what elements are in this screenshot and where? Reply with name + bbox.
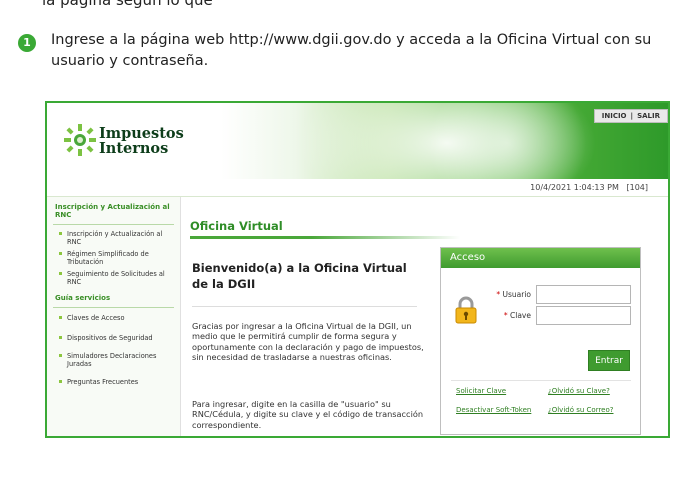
- header-banner: Impuestos Internos INICIO | SALIR: [47, 103, 668, 179]
- logo-line-2: Internos: [99, 140, 169, 157]
- clave-input[interactable]: [536, 306, 631, 325]
- usuario-label: * Usuario: [491, 290, 531, 299]
- sidebar-item-seguimiento[interactable]: Seguimiento de Solicitudes al RNC: [47, 268, 180, 288]
- current-datetime: 10/4/2021 1:04:13 PM: [530, 183, 619, 192]
- required-mark: *: [503, 311, 508, 320]
- dgii-screenshot-frame: Impuestos Internos INICIO | SALIR 10/4/202…: [45, 101, 670, 438]
- title-underline: [190, 236, 460, 239]
- logo-line-1: Impuestos: [99, 125, 184, 142]
- date-time-bar: 10/4/2021 1:04:13 PM [104]: [47, 179, 668, 197]
- sidebar-item-preguntas[interactable]: Preguntas Frecuentes: [47, 376, 180, 388]
- page-title: Oficina Virtual: [190, 219, 283, 233]
- usuario-input[interactable]: [536, 285, 631, 304]
- entrar-button[interactable]: Entrar: [588, 350, 630, 371]
- bullet-icon: [59, 380, 62, 383]
- access-panel-title: Acceso: [441, 248, 640, 268]
- sidebar-item-claves[interactable]: Claves de Acceso: [47, 312, 180, 324]
- clave-label-text: Clave: [510, 311, 531, 320]
- access-panel: Acceso * Usuario * Clave Entrar Solicita…: [440, 247, 641, 435]
- inicio-link[interactable]: INICIO: [600, 112, 629, 120]
- usuario-label-text: Usuario: [502, 290, 531, 299]
- left-sidebar: Inscripción y Actualización al RNC Inscr…: [47, 197, 181, 436]
- step-instruction-text: Ingrese a la página web http://www.dgii.…: [51, 32, 652, 69]
- sidebar-item-label: Dispositivos de Seguridad: [67, 334, 153, 342]
- instruction-step: 1 Ingrese a la página web http://www.dgi…: [18, 30, 678, 72]
- sidebar-item-label: Claves de Acceso: [67, 314, 125, 322]
- olvido-correo-link[interactable]: ¿Olvidó su Correo?: [548, 406, 613, 414]
- required-mark: *: [496, 290, 501, 299]
- desactivar-soft-token-link[interactable]: Desactivar Soft-Token: [456, 406, 531, 414]
- bullet-icon: [59, 232, 62, 235]
- sidebar-item-label: Régimen Simplificado de Tributación: [67, 250, 149, 266]
- sidebar-item-dispositivos[interactable]: Dispositivos de Seguridad: [47, 332, 180, 344]
- padlock-icon: [455, 296, 477, 324]
- bullet-icon: [59, 252, 62, 255]
- sidebar-item-inscripcion[interactable]: Inscripción y Actualización al RNC: [47, 228, 180, 248]
- logo-text: Impuestos Internos: [99, 126, 184, 156]
- solicitar-clave-link[interactable]: Solicitar Clave: [456, 387, 506, 395]
- instructions-paragraph: Para ingresar, digite en la casilla de "…: [192, 399, 424, 430]
- sidebar-section-rnc-title: Inscripción y Actualización al RNC: [55, 203, 170, 219]
- session-code: [104]: [626, 183, 648, 192]
- sidebar-item-label: Preguntas Frecuentes: [67, 378, 139, 386]
- bullet-icon: [59, 316, 62, 319]
- sidebar-item-regimen[interactable]: Régimen Simplificado de Tributación: [47, 248, 180, 268]
- access-divider: [451, 380, 631, 381]
- top-nav: INICIO | SALIR: [593, 109, 668, 123]
- step-number-badge: 1: [18, 34, 36, 52]
- bullet-icon: [59, 354, 62, 357]
- sidebar-section-guia-title: Guía servicios: [55, 294, 111, 302]
- welcome-heading: Bienvenido(a) a la Oficina Virtual de la…: [192, 261, 407, 291]
- impuestos-internos-logo-icon: [64, 124, 96, 156]
- sidebar-divider: [53, 224, 174, 225]
- salir-link[interactable]: SALIR: [635, 112, 662, 120]
- sidebar-item-label: Simuladores Declaraciones Juradas: [67, 352, 157, 368]
- bullet-icon: [59, 336, 62, 339]
- welcome-divider: [192, 306, 417, 307]
- sidebar-item-label: Inscripción y Actualización al RNC: [67, 230, 163, 246]
- clave-label: * Clave: [491, 311, 531, 320]
- intro-paragraph: Gracias por ingresar a la Oficina Virtua…: [192, 321, 424, 363]
- sidebar-divider: [53, 307, 174, 308]
- banner-swoosh-secondary: [427, 103, 587, 179]
- main-title-area: Oficina Virtual: [190, 219, 460, 239]
- olvido-clave-link[interactable]: ¿Olvidó su Clave?: [548, 387, 610, 395]
- sidebar-item-simuladores[interactable]: Simuladores Declaraciones Juradas: [47, 350, 180, 370]
- sidebar-item-label: Seguimiento de Solicitudes al RNC: [67, 270, 165, 286]
- cut-off-instruction-text: la página según lo que: [42, 0, 213, 9]
- bullet-icon: [59, 272, 62, 275]
